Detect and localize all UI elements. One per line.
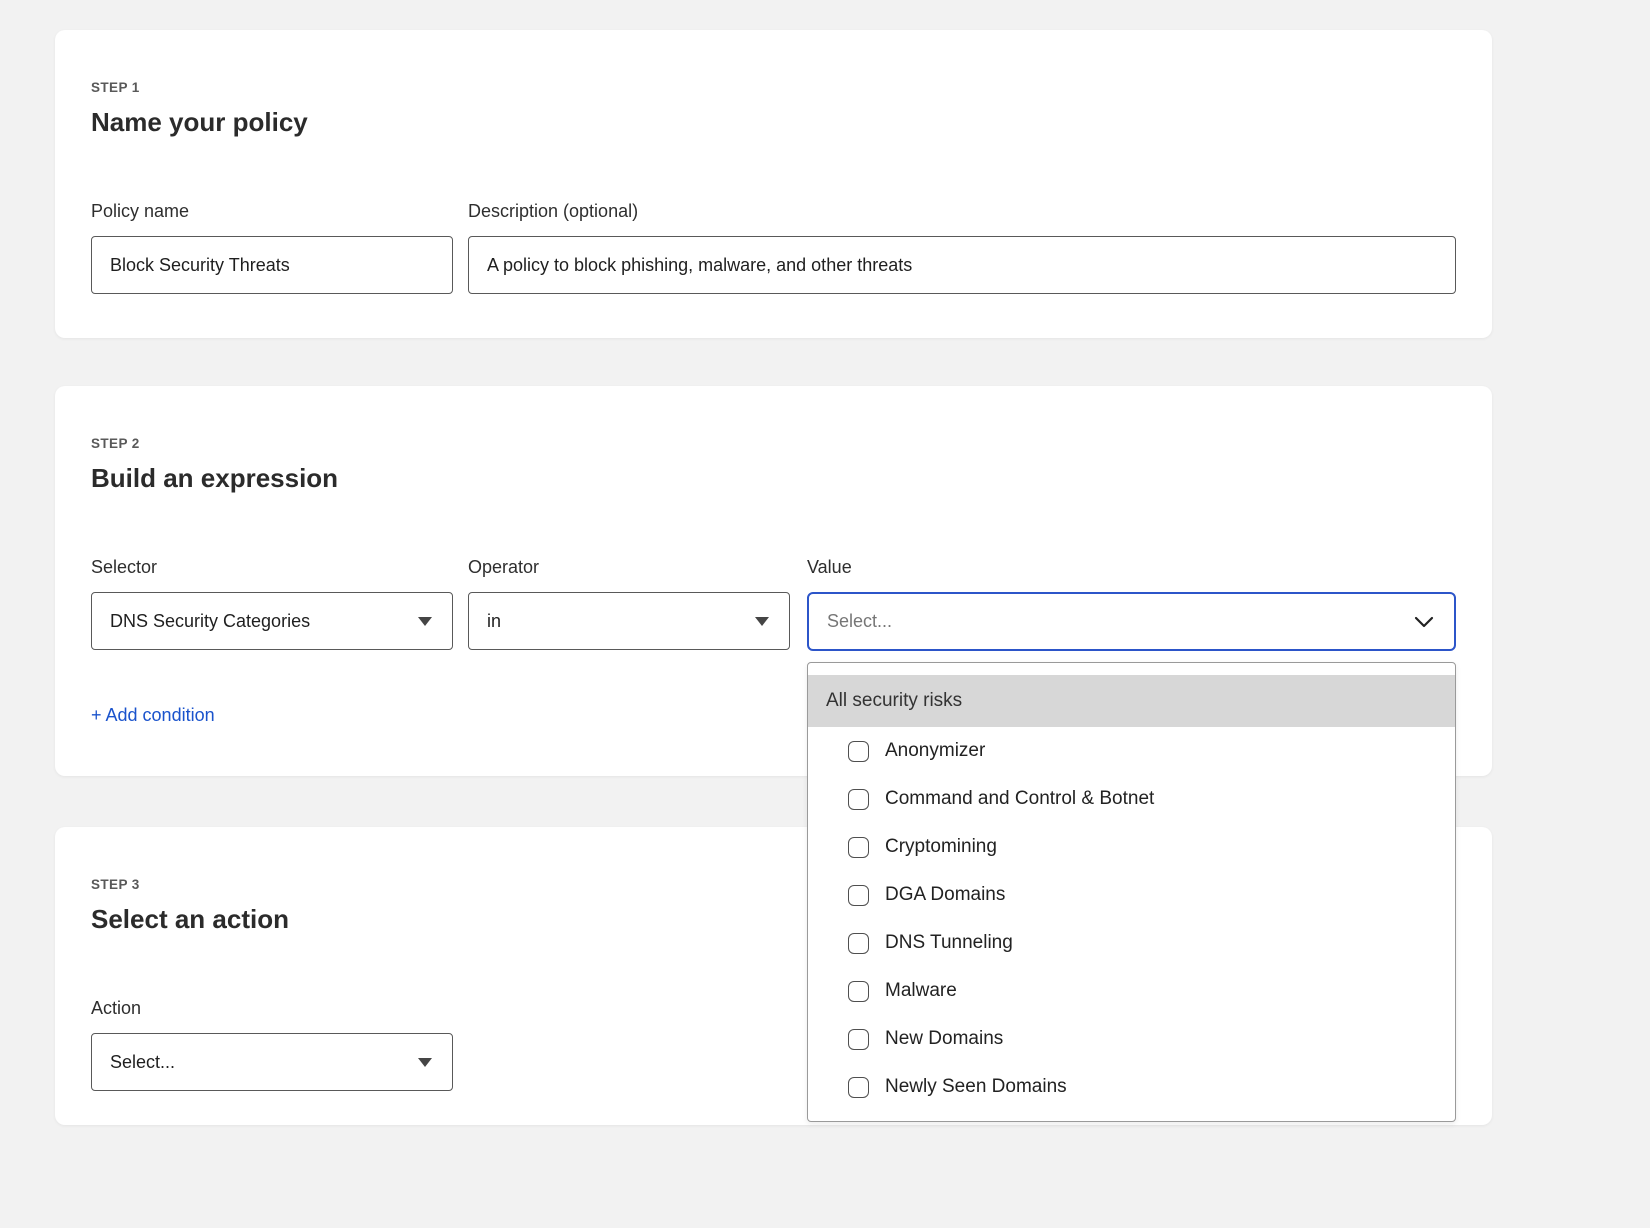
dropdown-option[interactable]: New Domains: [808, 1015, 1455, 1063]
action-field: Action Select...: [91, 998, 453, 1091]
dropdown-options-list: Anonymizer Command and Control & Botnet …: [808, 727, 1455, 1111]
description-label: Description (optional): [468, 201, 1456, 222]
value-select-placeholder: Select...: [827, 611, 892, 632]
checkbox-icon[interactable]: [848, 741, 869, 762]
description-input[interactable]: [468, 236, 1456, 294]
caret-down-icon: [418, 1058, 432, 1067]
value-label: Value: [807, 557, 1456, 578]
policy-name-input[interactable]: [91, 236, 453, 294]
dropdown-option-label: Anonymizer: [885, 740, 985, 762]
expression-builder-row: Selector DNS Security Categories Operato…: [91, 557, 1456, 651]
dropdown-group-header: All security risks: [808, 675, 1455, 727]
policy-name-label: Policy name: [91, 201, 453, 222]
dropdown-option[interactable]: DGA Domains: [808, 871, 1455, 919]
description-field: Description (optional): [468, 201, 1456, 294]
caret-down-icon: [755, 617, 769, 626]
dropdown-option-label: DNS Tunneling: [885, 932, 1013, 954]
value-dropdown-panel: All security risks Anonymizer Command an…: [807, 662, 1456, 1122]
checkbox-icon[interactable]: [848, 933, 869, 954]
add-condition-link[interactable]: + Add condition: [91, 705, 215, 726]
dropdown-option[interactable]: Newly Seen Domains: [808, 1063, 1455, 1111]
dropdown-option[interactable]: Command and Control & Botnet: [808, 775, 1455, 823]
dropdown-option[interactable]: Malware: [808, 967, 1455, 1015]
dropdown-option-label: Malware: [885, 980, 957, 1002]
policy-name-field: Policy name: [91, 201, 453, 294]
selector-field: Selector DNS Security Categories: [91, 557, 453, 651]
action-select[interactable]: Select...: [91, 1033, 453, 1091]
dropdown-option[interactable]: DNS Tunneling: [808, 919, 1455, 967]
operator-label: Operator: [468, 557, 790, 578]
caret-down-icon: [418, 617, 432, 626]
step1-title: Name your policy: [91, 107, 1456, 137]
step2-title: Build an expression: [91, 463, 1456, 493]
step1-field-row: Policy name Description (optional): [91, 201, 1456, 294]
checkbox-icon[interactable]: [848, 1029, 869, 1050]
checkbox-icon[interactable]: [848, 837, 869, 858]
operator-select-value: in: [487, 611, 501, 632]
operator-field: Operator in: [468, 557, 790, 651]
checkbox-icon[interactable]: [848, 789, 869, 810]
step1-step-label: STEP 1: [91, 80, 1456, 95]
dropdown-option-label: DGA Domains: [885, 884, 1005, 906]
checkbox-icon[interactable]: [848, 885, 869, 906]
dropdown-option-label: New Domains: [885, 1028, 1003, 1050]
dropdown-option-label: Command and Control & Botnet: [885, 788, 1154, 810]
chevron-down-icon: [1414, 616, 1434, 628]
operator-select[interactable]: in: [468, 592, 790, 650]
selector-label: Selector: [91, 557, 453, 578]
dropdown-option-label: Newly Seen Domains: [885, 1076, 1067, 1098]
step2-card: STEP 2 Build an expression Selector DNS …: [55, 386, 1492, 776]
step1-card: STEP 1 Name your policy Policy name Desc…: [55, 30, 1492, 338]
dropdown-option[interactable]: Anonymizer: [808, 727, 1455, 775]
action-select-placeholder: Select...: [110, 1052, 175, 1073]
action-label: Action: [91, 998, 453, 1019]
checkbox-icon[interactable]: [848, 1077, 869, 1098]
value-field: Value Select... All security risks Anony…: [807, 557, 1456, 651]
value-select[interactable]: Select...: [807, 592, 1456, 651]
selector-select[interactable]: DNS Security Categories: [91, 592, 453, 650]
checkbox-icon[interactable]: [848, 981, 869, 1002]
dropdown-option-label: Cryptomining: [885, 836, 997, 858]
selector-select-value: DNS Security Categories: [110, 611, 310, 632]
dropdown-option[interactable]: Cryptomining: [808, 823, 1455, 871]
step2-step-label: STEP 2: [91, 436, 1456, 451]
